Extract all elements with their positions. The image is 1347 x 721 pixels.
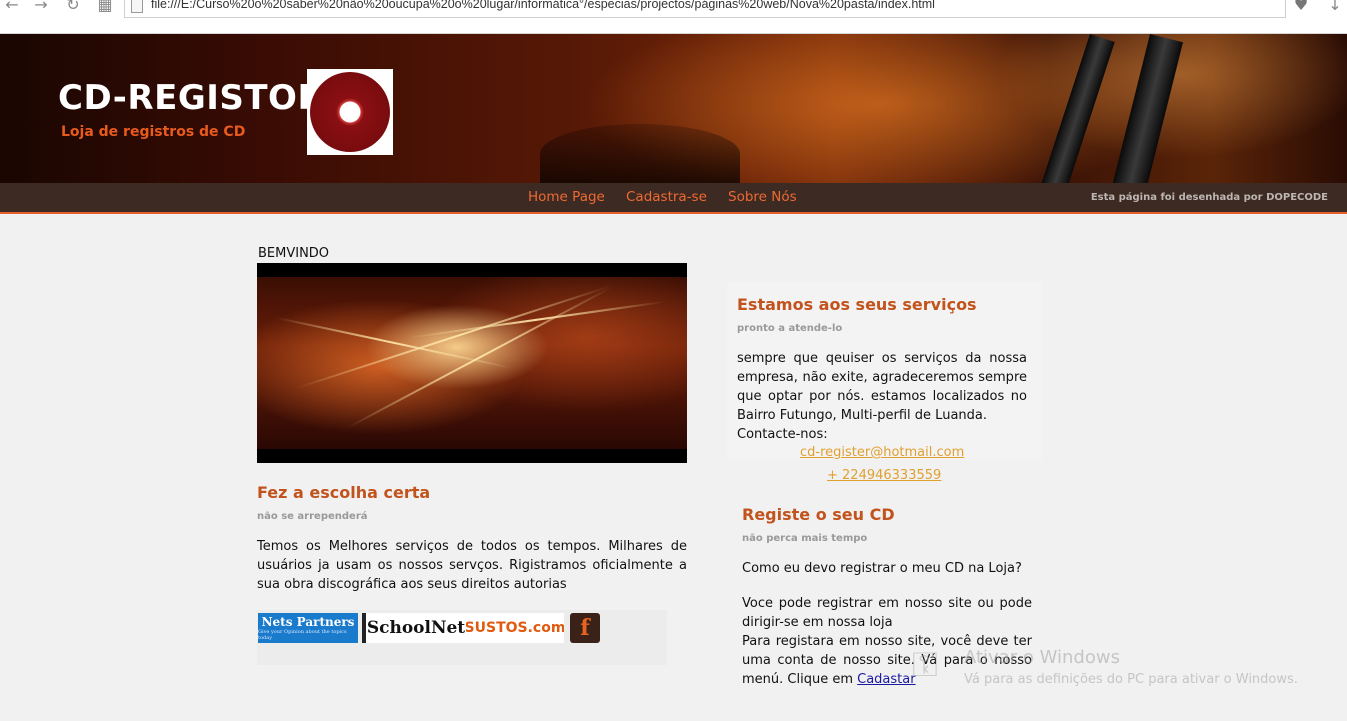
heart-icon[interactable]: ♥ [1292,0,1310,14]
services-body: sempre que qeuiser os serviços da nossa … [737,349,1027,444]
reload-icon[interactable]: ↻ [64,0,82,14]
services-body-text: sempre que qeuiser os serviços da nossa … [737,351,1027,423]
services-heading: Estamos aos seus serviços [737,295,977,314]
welcome-text: BEMVINDO [258,246,330,261]
designer-credit: Esta página foi desenhada por DOPECODE [1090,192,1328,203]
left-heading: Fez a escolha certa [257,483,431,502]
schoolnet-logo[interactable]: SchoolNet [362,613,466,643]
left-subheading: não se arrependerá [257,511,368,522]
register-subheading: não perca mais tempo [742,533,868,544]
address-bar[interactable]: file:///E:/Curso%20o%20saber%20não%20ouc… [124,0,1286,18]
activation-watermark-title: Ativar o Windows [964,647,1120,668]
light-streak [296,285,612,389]
partner-logos: Nets Partners Give your Opinion about th… [257,610,667,665]
banner-decoration [1104,34,1183,183]
browser-toolbar: ← → ↻ ▦ file:///E:/Curso%20o%20saber%20n… [0,0,1347,34]
left-body: Temos os Melhores serviços de todos os t… [257,537,687,594]
contact-label: Contacte-nos: [737,427,828,442]
cadastar-link[interactable]: Cadastar [857,672,915,687]
nets-partners-logo[interactable]: Nets Partners Give your Opinion about th… [258,613,358,643]
phone-link[interactable]: + 224946333559 [827,468,941,483]
register-question: Como eu devo registrar o meu CD na Loja? [742,561,1022,576]
url-text: file:///E:/Curso%20o%20saber%20não%20ouc… [151,0,935,11]
register-answer-1: Voce pode registrar em nosso site ou pod… [742,596,1032,630]
grid-icon[interactable]: ▦ [96,0,114,14]
facebook-icon[interactable]: f [570,613,600,643]
left-body-text: Temos os Melhores serviços de todos os t… [257,539,687,592]
nav-home-page[interactable]: Home Page [528,189,605,205]
nav-cadastra-se[interactable]: Cadastra-se [626,189,707,205]
light-streak [276,317,512,369]
services-subheading: pronto a atende-lo [737,323,843,334]
nets-partners-name: Nets Partners [261,615,355,629]
cd-icon [310,72,390,152]
sustos-logo[interactable]: SUSTOS.com [466,613,564,643]
arrow-right-icon[interactable]: → [32,0,50,14]
site-subtitle: Loja de registros de CD [61,124,246,140]
register-body: Como eu devo registrar o meu CD na Loja?… [742,559,1032,689]
site-title: CD-REGISTOR [58,78,325,118]
register-heading: Registe o seu CD [742,505,895,524]
nav-sobre-nos[interactable]: Sobre Nós [728,189,797,205]
key-icon: ⚿ [912,645,938,685]
main-nav: Home Page Cadastra-se Sobre Nós Esta pág… [0,183,1347,214]
header-banner: CD-REGISTOR Loja de registros de CD [0,34,1347,183]
document-icon [131,0,143,13]
email-link[interactable]: cd-register@hotmail.com [800,445,964,460]
activation-watermark-subtitle: Vá para as definições do PC para ativar … [964,672,1298,687]
nets-partners-tagline: Give your Opinion about the topics today [258,629,347,641]
download-icon[interactable]: ↧ [1326,0,1344,14]
world-map-image [257,277,687,449]
arrow-left-icon[interactable]: ← [3,0,21,14]
light-streak [406,300,665,339]
banner-decoration [540,124,740,183]
hero-image [257,263,687,463]
cd-logo [307,69,393,155]
banner-decoration [1031,34,1115,183]
